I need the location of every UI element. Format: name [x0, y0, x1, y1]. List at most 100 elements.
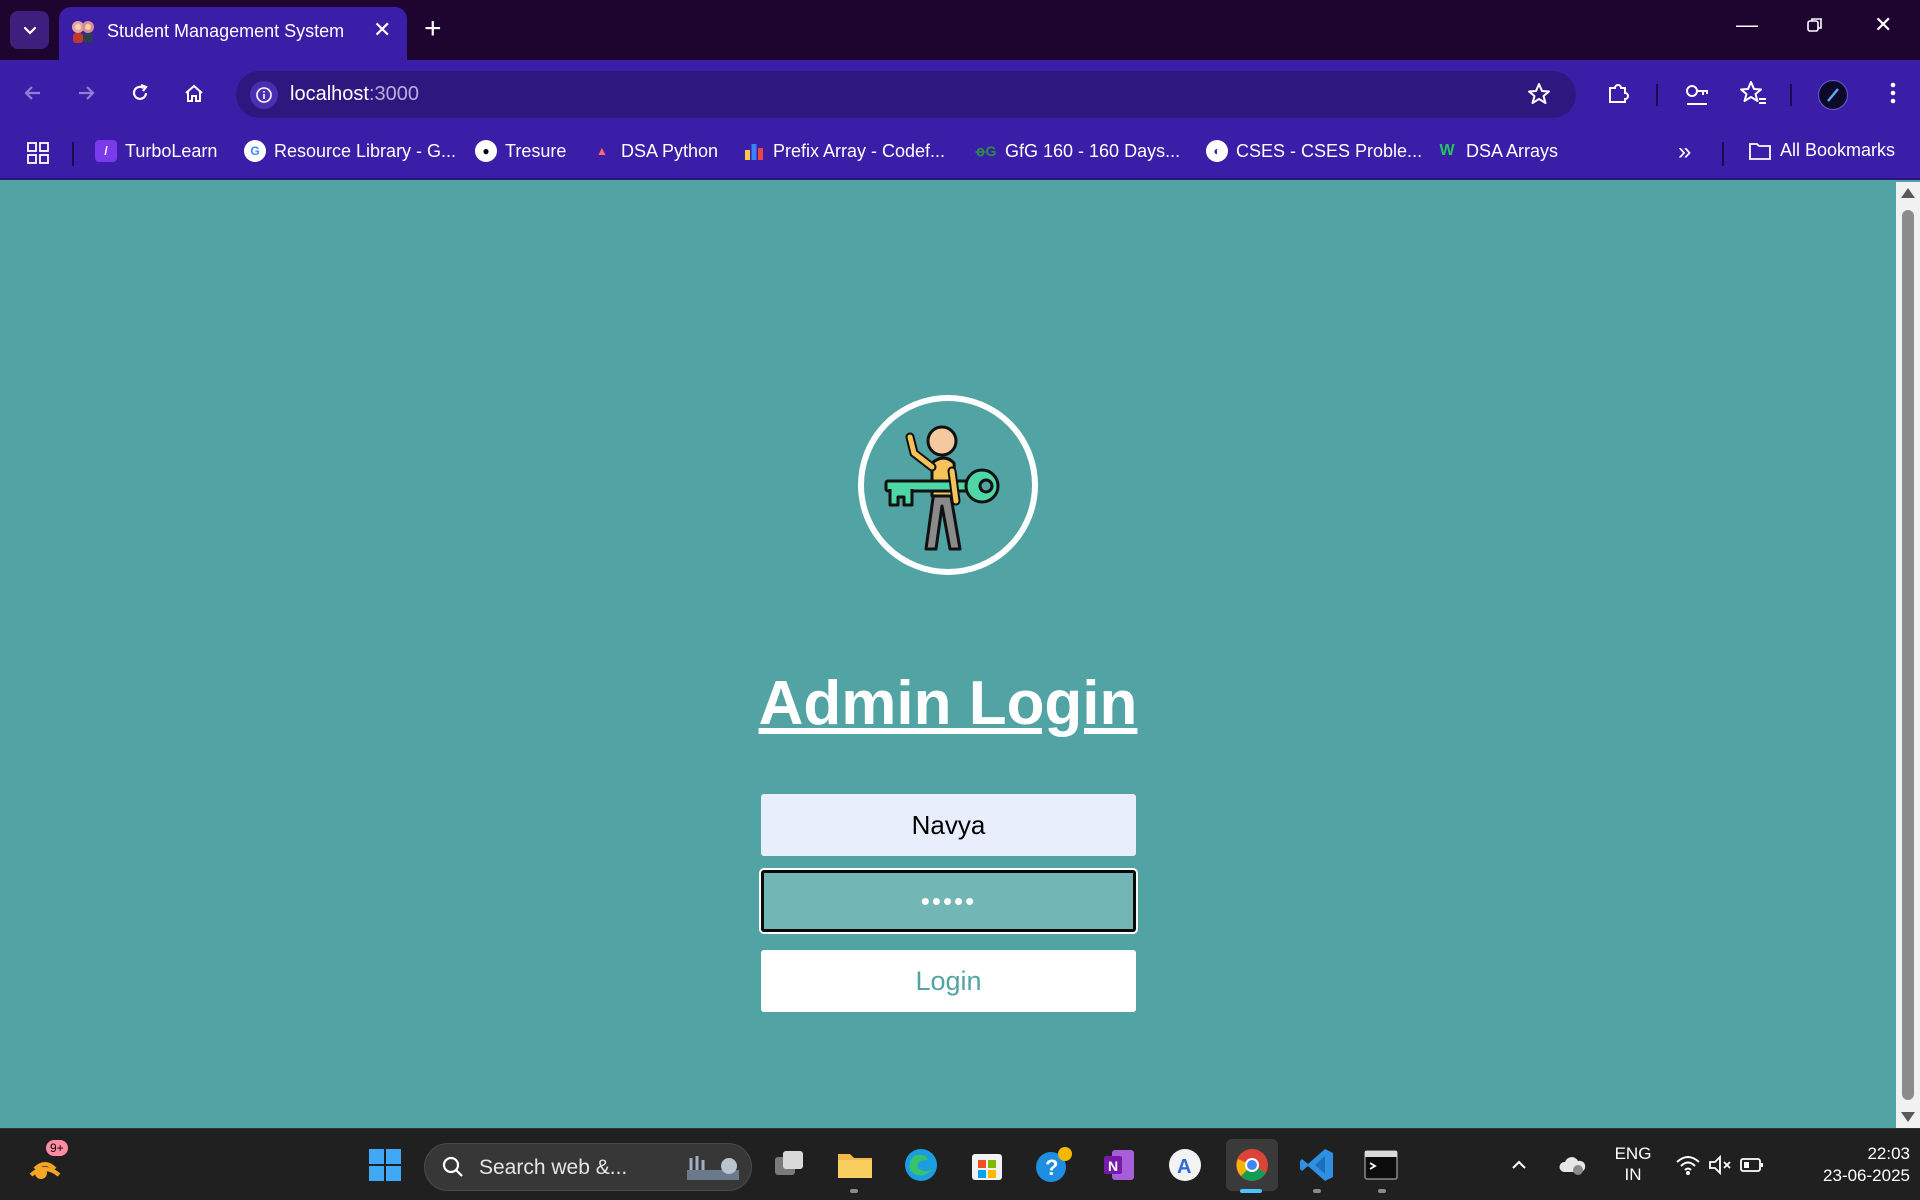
edge-button[interactable]	[898, 1142, 944, 1188]
chevron-up-icon	[1512, 1160, 1526, 1169]
cloud-icon	[1559, 1157, 1586, 1175]
active-indicator	[1240, 1189, 1262, 1193]
scroll-down-arrow-icon[interactable]	[1901, 1112, 1915, 1122]
w-icon: W	[1439, 142, 1455, 159]
onenote-icon: N	[1104, 1150, 1134, 1180]
task-view-icon	[775, 1151, 803, 1175]
chrome-button[interactable]	[1226, 1139, 1278, 1191]
site-info-button[interactable]	[250, 81, 278, 109]
battery-icon	[1740, 1158, 1763, 1172]
bookmarks-separator	[72, 142, 74, 166]
bookmark-star-button[interactable]	[1526, 81, 1552, 112]
chrome-icon	[1236, 1149, 1268, 1181]
close-window-button[interactable]: ✕	[1874, 12, 1892, 38]
start-button[interactable]	[362, 1142, 408, 1188]
page-scrollbar[interactable]	[1896, 182, 1920, 1128]
bookmark-tresure[interactable]: ● Tresure	[475, 140, 566, 162]
onenote-button[interactable]: N	[1096, 1142, 1142, 1188]
running-indicator	[850, 1189, 858, 1193]
apps-grid-icon	[27, 142, 49, 164]
tab-title: Student Management System	[107, 21, 345, 41]
forward-arrow-icon	[79, 86, 95, 100]
home-icon	[185, 84, 203, 102]
clock-date: 23-06-2025	[1823, 1166, 1910, 1185]
back-arrow-icon	[24, 86, 40, 100]
search-placeholder: Search web &...	[479, 1156, 628, 1179]
quick-settings-button[interactable]	[1670, 1142, 1770, 1188]
tab-search-button[interactable]	[10, 11, 49, 49]
url-port: :3000	[368, 83, 419, 105]
taskbar-search[interactable]: Search web &...	[424, 1143, 752, 1191]
file-explorer-button[interactable]	[832, 1142, 878, 1188]
microsoft-store-button[interactable]	[964, 1142, 1010, 1188]
turbolearn-icon: /	[95, 140, 117, 162]
apps-button[interactable]	[26, 141, 50, 165]
new-tab-button[interactable]: +	[424, 13, 442, 45]
edge-browser-icon	[905, 1149, 937, 1181]
profile-avatar[interactable]	[1818, 80, 1848, 110]
info-icon	[256, 87, 272, 103]
back-button[interactable]	[15, 75, 51, 111]
bookmark-turbolearn[interactable]: / TurboLearn	[95, 140, 217, 162]
profile-pen-icon	[1827, 88, 1839, 102]
password-input[interactable]: •••••	[761, 870, 1136, 932]
chevron-down-icon	[23, 26, 36, 35]
clock-time: 22:03	[1867, 1144, 1910, 1163]
bookmark-label: Prefix Array - Codef...	[773, 140, 946, 161]
menu-button[interactable]	[1877, 77, 1909, 109]
bookmark-gfg160[interactable]: ꝋG GfG 160 - 160 Days...	[975, 140, 1180, 162]
more-bookmarks-button[interactable]: »	[1678, 138, 1691, 166]
tab-close-icon[interactable]: ✕	[373, 17, 391, 43]
toolbar-separator	[1656, 84, 1658, 106]
svg-text:N: N	[1108, 1158, 1118, 1174]
clock[interactable]: 22:03 23-06-2025	[1790, 1143, 1910, 1187]
browser-tab-active[interactable]: Student Management System ✕	[59, 7, 407, 60]
terminal-button[interactable]	[1358, 1142, 1404, 1188]
reload-button[interactable]	[122, 75, 158, 111]
login-button[interactable]: Login	[761, 950, 1136, 1012]
show-hidden-icons-button[interactable]	[1504, 1142, 1534, 1188]
scroll-thumb[interactable]	[1902, 210, 1914, 1100]
notification-badge: 9+	[46, 1140, 68, 1156]
all-bookmarks-button[interactable]: All Bookmarks	[1748, 140, 1895, 161]
bookmark-dsa-python[interactable]: ▲ DSA Python	[591, 140, 718, 162]
reload-icon	[132, 83, 148, 100]
task-view-button[interactable]	[766, 1142, 812, 1188]
bookmark-prefix-array[interactable]: Prefix Array - Codef...	[743, 140, 945, 162]
bookmark-label: Resource Library - G...	[274, 140, 457, 161]
get-help-button[interactable]: ?	[1030, 1142, 1076, 1188]
scroll-up-arrow-icon[interactable]	[1901, 188, 1915, 198]
bookmark-dsa-arrays[interactable]: W DSA Arrays	[1436, 140, 1558, 162]
widgets-button[interactable]: 9+	[22, 1140, 68, 1188]
restore-button[interactable]	[1806, 14, 1824, 40]
app-button-a[interactable]: A	[1162, 1142, 1208, 1188]
onedrive-button[interactable]	[1552, 1142, 1592, 1188]
bookmark-label: DSA Arrays	[1466, 140, 1559, 161]
restore-icon	[1807, 18, 1822, 32]
extensions-button[interactable]	[1602, 77, 1634, 109]
forward-button[interactable]	[68, 75, 104, 111]
minimize-button[interactable]: —	[1736, 12, 1758, 38]
person-with-key-icon	[884, 425, 1000, 551]
username-input[interactable]	[761, 794, 1136, 856]
password-manager-button[interactable]	[1682, 77, 1714, 109]
bookmarks-separator	[1722, 142, 1724, 166]
google-icon: G	[244, 140, 266, 162]
codeforces-bars	[745, 144, 763, 160]
bookmark-label: GfG 160 - 160 Days...	[1005, 140, 1181, 161]
star-icon	[1528, 83, 1550, 104]
double-chevron-right-icon: »	[1678, 138, 1692, 165]
vscode-icon	[1300, 1149, 1333, 1181]
language-indicator[interactable]: ENG IN	[1610, 1143, 1656, 1185]
bookmark-resource-library[interactable]: G Resource Library - G...	[244, 140, 456, 162]
favorites-button[interactable]	[1737, 77, 1769, 109]
url-host: localhost	[290, 83, 369, 105]
page-content: Admin Login ••••• Login	[0, 182, 1896, 1128]
home-button[interactable]	[176, 75, 212, 111]
students-favicon-icon	[72, 21, 94, 43]
address-bar[interactable]: localhost:3000	[236, 71, 1576, 118]
toolbar-separator	[1790, 84, 1792, 106]
bookmark-cses[interactable]: ◐ CSES - CSES Proble...	[1206, 140, 1422, 162]
vscode-button[interactable]	[1294, 1142, 1340, 1188]
dsa-python-icon: ▲	[596, 144, 608, 158]
